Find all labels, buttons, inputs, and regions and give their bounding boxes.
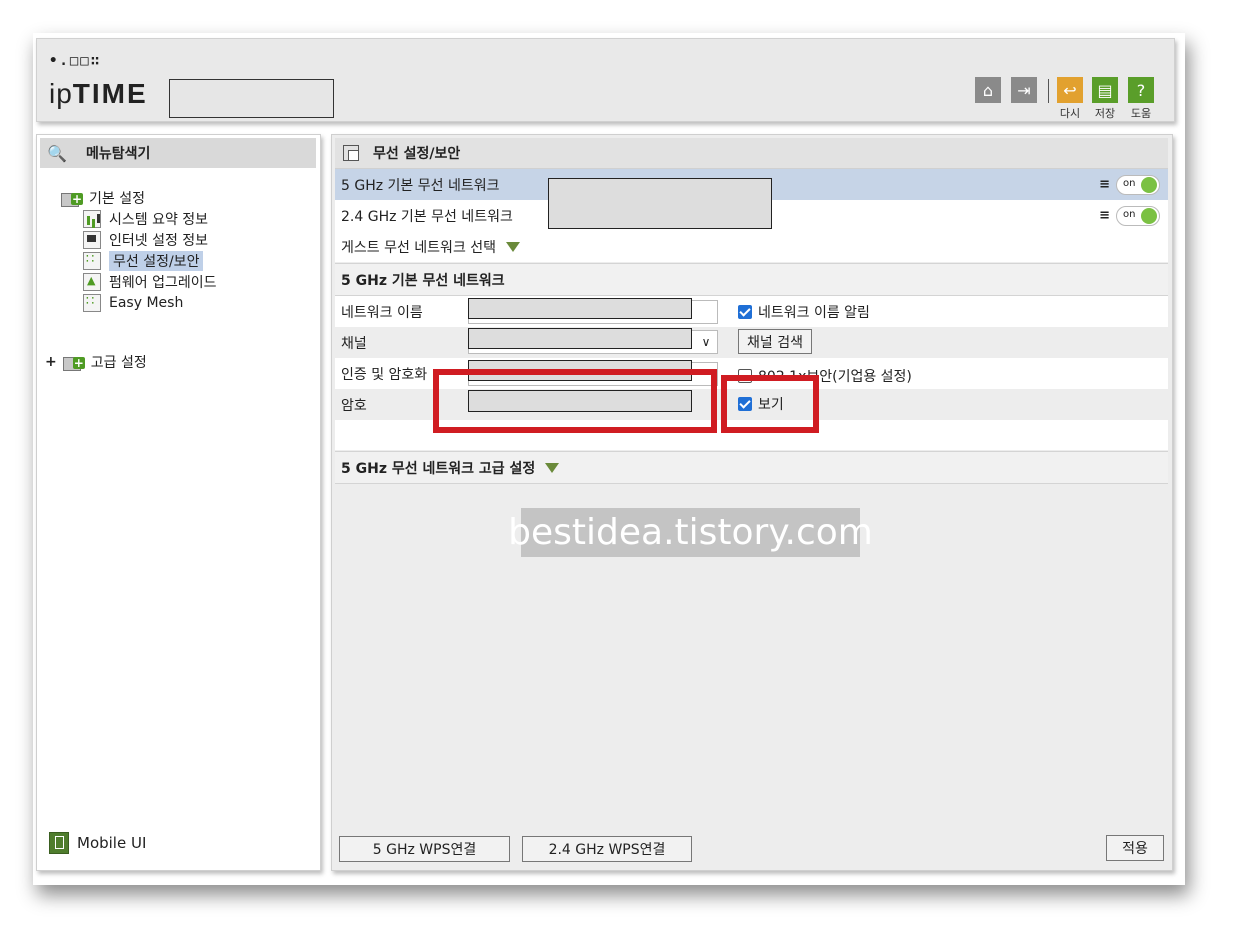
redacted-network-name: [468, 298, 692, 319]
chart-icon: [83, 210, 101, 228]
guest-network-row[interactable]: 게스트 무선 네트워크 선택: [335, 231, 1168, 262]
save-icon: ▤: [1097, 80, 1113, 100]
sidebar-item-firmware-upgrade[interactable]: 펌웨어 업그레이드: [83, 272, 217, 292]
sidebar-title-bar: 🔍 메뉴탐색기: [40, 138, 316, 168]
chevron-down-icon[interactable]: ∨: [695, 332, 717, 352]
logout-button[interactable]: ⇥: [1011, 77, 1037, 103]
logo-dots: •.□□∷: [49, 53, 102, 69]
sidebar-title: 메뉴탐색기: [86, 146, 151, 162]
channel-label: 채널: [341, 335, 367, 352]
logout-icon: ⇥: [1017, 80, 1031, 100]
section-5g-basic: 5 GHz 기본 무선 네트워크: [335, 263, 1168, 296]
mobile-icon: [49, 832, 69, 854]
main-title-bar: 무선 설정/보안: [335, 138, 1168, 169]
sidebar-item-label: 펌웨어 업그레이드: [109, 275, 217, 291]
logo: ipTIME: [49, 78, 148, 110]
window-icon: [343, 145, 359, 161]
undo-label[interactable]: 다시: [1055, 105, 1085, 121]
channel-search-button[interactable]: 채널 검색: [738, 329, 812, 354]
save-label[interactable]: 저장: [1090, 105, 1120, 121]
wireless-icon: [83, 252, 101, 270]
sidebar: 🔍 메뉴탐색기 기본 설정 시스템 요약 정보 인터넷 설정 정보 무선 설정/…: [36, 134, 321, 871]
folder-icon: [62, 355, 85, 371]
network-icon: [83, 231, 101, 249]
logo-brand: TIME: [72, 78, 148, 109]
network-24g-controls: ≡ on: [1099, 205, 1160, 226]
advanced-section-title: 5 GHz 무선 네트워크 고급 설정: [341, 460, 536, 477]
sidebar-item-internet-info[interactable]: 인터넷 설정 정보: [83, 230, 208, 250]
network-24g-label: 2.4 GHz 기본 무선 네트워크: [341, 208, 513, 225]
network-5g-controls: ≡ on: [1099, 174, 1160, 195]
upgrade-icon: [83, 273, 101, 291]
network-name-label: 네트워크 이름: [341, 304, 423, 321]
sidebar-item-label: 인터넷 설정 정보: [109, 233, 209, 249]
sidebar-item-label: Easy Mesh: [109, 295, 184, 311]
tree-basic-label: 기본 설정: [89, 191, 145, 207]
broadcast-checkbox[interactable]: [738, 305, 752, 319]
broadcast-ssid-option[interactable]: 네트워크 이름 알림: [738, 302, 870, 322]
main-title: 무선 설정/보안: [373, 146, 461, 162]
broadcast-label: 네트워크 이름 알림: [758, 305, 870, 321]
help-icon: ?: [1136, 80, 1146, 100]
undo-button[interactable]: ↩: [1057, 77, 1083, 103]
sidebar-item-wireless-security[interactable]: 무선 설정/보안: [83, 251, 204, 271]
password-label: 암호: [341, 397, 367, 414]
save-button[interactable]: ▤: [1092, 77, 1118, 103]
header-separator: [1048, 79, 1049, 103]
mesh-icon: [83, 294, 101, 312]
toggle-24g[interactable]: on: [1116, 205, 1160, 226]
tree-basic-settings[interactable]: 기본 설정: [61, 188, 145, 208]
wps-5g-button[interactable]: 5 GHz WPS연결: [339, 836, 510, 862]
filter-lock-icon[interactable]: ≡: [1099, 177, 1110, 192]
expand-icon[interactable]: +: [45, 354, 57, 370]
sidebar-item-label: 시스템 요약 정보: [109, 212, 209, 228]
mobile-ui-label: Mobile UI: [77, 834, 147, 852]
main-panel: 무선 설정/보안 5 GHz 기본 무선 네트워크 ≡ on 2.4 GHz 기…: [331, 134, 1173, 871]
auth-label: 인증 및 암호화: [341, 366, 428, 383]
annotation-show-box: [721, 375, 819, 433]
header: •.□□∷ ipTIME ⌂ ⇥ ↩ ▤ ? 다시 저장 도움: [36, 38, 1175, 122]
apply-button[interactable]: 적용: [1106, 835, 1164, 861]
logo-prefix: ip: [49, 78, 73, 109]
filter-lock-icon[interactable]: ≡: [1099, 208, 1110, 223]
toggle-24g-label: on: [1123, 208, 1136, 220]
redacted-channel: [468, 328, 692, 349]
tree-advanced-label: 고급 설정: [90, 355, 147, 371]
undo-icon: ↩: [1063, 80, 1077, 100]
section-5g-title: 5 GHz 기본 무선 네트워크: [341, 272, 505, 289]
search-icon: 🔍: [47, 143, 67, 163]
sidebar-item-system-summary[interactable]: 시스템 요약 정보: [83, 209, 208, 229]
wps-24g-button[interactable]: 2.4 GHz WPS연결: [522, 836, 692, 862]
section-5g-advanced[interactable]: 5 GHz 무선 네트워크 고급 설정: [335, 451, 1168, 484]
sidebar-item-easy-mesh[interactable]: Easy Mesh: [83, 294, 183, 312]
toggle-5g[interactable]: on: [1116, 174, 1160, 195]
redacted-model-box: [169, 79, 334, 118]
toggle-knob: [1141, 176, 1157, 193]
redacted-ssid-box: [548, 178, 772, 229]
watermark: bestidea.tistory.com: [508, 508, 873, 557]
annotation-password-box: [433, 369, 717, 433]
help-label[interactable]: 도움: [1126, 105, 1156, 121]
sidebar-item-label: 무선 설정/보안: [109, 251, 204, 271]
chevron-down-icon[interactable]: [506, 241, 521, 252]
chevron-down-icon[interactable]: [545, 462, 560, 473]
home-icon: ⌂: [982, 80, 994, 100]
tree-advanced-settings[interactable]: + 고급 설정: [45, 352, 147, 372]
mobile-ui-link[interactable]: Mobile UI: [49, 832, 146, 854]
toggle-5g-label: on: [1123, 177, 1136, 189]
toggle-knob: [1141, 207, 1157, 224]
network-5g-label: 5 GHz 기본 무선 네트워크: [341, 177, 500, 194]
folder-icon: [61, 191, 83, 207]
home-button[interactable]: ⌂: [975, 77, 1001, 103]
help-button[interactable]: ?: [1128, 77, 1154, 103]
guest-network-label: 게스트 무선 네트워크 선택: [341, 239, 497, 256]
